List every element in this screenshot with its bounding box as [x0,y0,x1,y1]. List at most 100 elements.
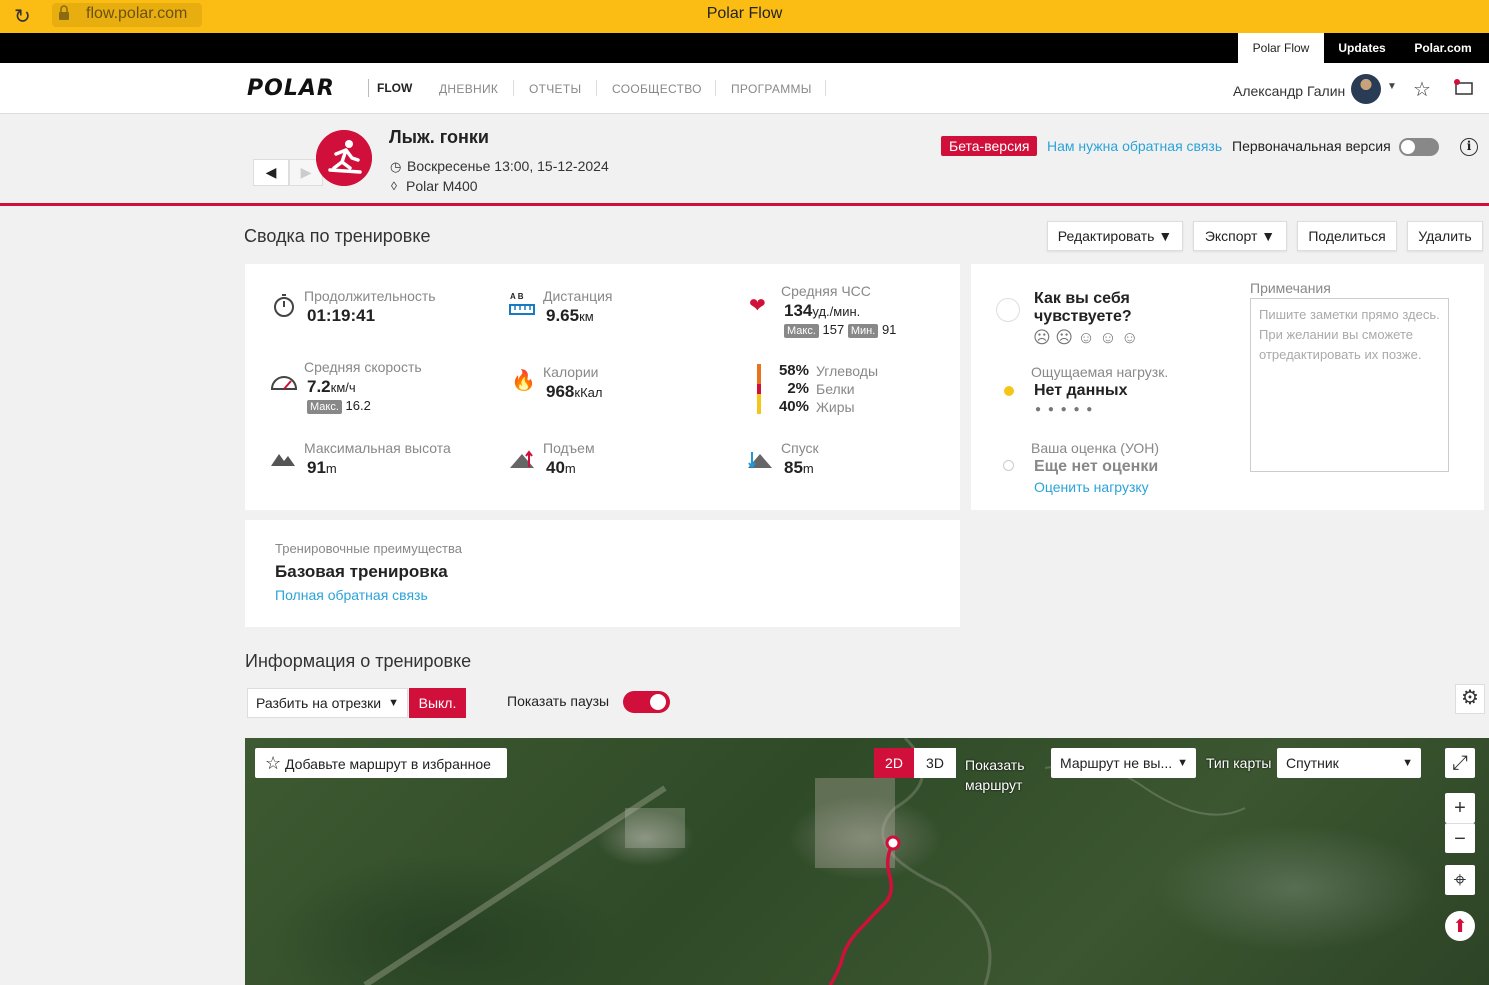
tab-polar-flow[interactable]: Polar Flow [1238,33,1324,63]
feeling-question: Как вы себя чувствуете? [1034,290,1132,325]
hr-max: 157 [822,322,845,337]
descent-value: 85 [784,458,803,477]
hr-value: 134 [784,301,813,320]
fuel-bar-fat [757,394,761,414]
polar-logo[interactable]: POLAR [247,76,335,101]
speed-max-badge: Макс. [307,400,342,414]
hr-min-badge: Мин. [847,324,879,338]
fuel-protein-label: Белки [816,381,855,397]
altitude-label: Максимальная высота [304,440,451,456]
star-icon[interactable]: ☆ [1413,77,1431,102]
nav-item-diary[interactable]: ДНЕВНИК [439,82,498,96]
face-very-happy-icon[interactable]: ☺ [1121,328,1138,347]
add-favorite-route-label: Добавьте маршрут в избранное [285,756,491,772]
nav-item-reports[interactable]: ОТЧЕТЫ [529,82,581,96]
chevron-down-icon: ▼ [1402,757,1413,769]
zoom-out-button[interactable]: − [1445,823,1475,853]
ruler-icon [509,304,535,315]
nav-item-community[interactable]: СООБЩЕСТВО [612,82,702,96]
nav-divider [715,80,716,96]
split-select[interactable]: Разбить на отрезки ▼ [247,688,408,718]
hr-label: Средняя ЧСС [781,283,871,299]
add-favorite-route-button[interactable]: ☆ Добавьте маршрут в избранное [255,748,507,778]
fuel-fat-pct: 40% [778,398,809,415]
fuel-bar-carbs [757,364,761,384]
feeling-faces: ☹ ☹ ☺ ☺ ☺ [1033,328,1138,348]
tab-polar-com[interactable]: Polar.com [1400,33,1486,63]
distance-value-row: 9.65км [546,306,594,326]
perceived-load-value: Нет данных [1034,382,1128,399]
benefit-label: Тренировочные преимущества [275,541,462,556]
route-start-marker[interactable] [885,835,901,851]
window-title: Polar Flow [706,5,783,22]
map-3d-button[interactable]: 3D [914,748,956,778]
share-button[interactable]: Поделиться [1297,221,1397,251]
fullscreen-icon[interactable]: ⤢ [1445,748,1475,778]
logo-divider [368,79,369,97]
original-version-label: Первоначальная версия [1232,138,1391,154]
ascent-value: 40 [546,458,565,477]
nav-divider [825,80,826,96]
ascent-value-row: 40m [546,458,576,478]
fuel-carbs-label: Углеводы [816,363,879,379]
altitude-value-row: 91m [307,458,337,478]
edit-button[interactable]: Редактировать ▼ [1047,221,1183,251]
calories-label: Калории [543,364,599,380]
export-button[interactable]: Экспорт ▼ [1193,221,1287,251]
show-pauses-label: Показать паузы [507,693,610,709]
prev-session-button[interactable]: ◀ [253,159,289,186]
route-select-value: Маршрут не вы... [1060,755,1173,771]
info-icon[interactable]: i [1460,138,1478,156]
hr-unit: уд./мин. [812,304,861,319]
avatar[interactable] [1351,74,1381,104]
user-name[interactable]: Александр Галин [1233,83,1345,99]
distance-icon-letters: A B [510,292,524,301]
nav-divider [596,80,597,96]
fuel-carbs-pct: 58% [778,362,809,379]
compass-icon[interactable]: ⬆ [1445,911,1475,941]
toggle-knob [650,694,666,710]
face-neutral-icon[interactable]: ☺ [1077,328,1094,347]
face-happy-icon[interactable]: ☺ [1099,328,1116,347]
hr-value-row: 134уд./мин. [784,301,860,321]
notes-textarea[interactable]: Пишите заметки прямо здесь. При желании … [1250,298,1449,472]
locate-icon[interactable]: ⌖ [1445,865,1475,895]
split-select-value: Разбить на отрезки [256,695,382,711]
delete-button[interactable]: Удалить [1407,221,1483,251]
heart-icon: ❤ [749,295,766,317]
speed-value-row: 7.2км/ч [307,377,356,397]
mountain-icon [271,454,295,466]
distance-value: 9.65 [546,306,580,325]
zoom-in-button[interactable]: + [1445,793,1475,823]
sport-title: Лыж. гонки [389,127,489,147]
notification-icon[interactable] [1453,78,1475,96]
descent-label: Спуск [781,440,819,456]
perceived-load-dots[interactable]: ● ● ● ● ● [1035,404,1094,415]
duration-label: Продолжительность [304,288,436,304]
nav-item-programs[interactable]: ПРОГРАММЫ [731,82,812,96]
face-very-sad-icon[interactable]: ☹ [1033,328,1051,347]
session-header [0,114,1489,206]
map-2d-button[interactable]: 2D [874,748,914,778]
face-sad-icon[interactable]: ☹ [1055,328,1073,347]
beta-badge: Бета-версия [941,136,1038,156]
star-icon: ☆ [265,753,282,773]
gear-icon[interactable]: ⚙ [1455,684,1485,714]
full-feedback-link[interactable]: Полная обратная связь [275,587,428,603]
user-menu-chevron-icon[interactable]: ▼ [1387,81,1397,92]
hr-max-badge: Макс. [784,324,819,338]
calories-unit: кКал [574,385,603,400]
fuel-fat-label: Жиры [816,399,855,415]
map-type-select[interactable]: Спутник ▼ [1277,748,1421,778]
tab-updates[interactable]: Updates [1326,33,1398,63]
flame-icon: 🔥 [511,370,536,392]
feedback-link[interactable]: Нам нужна обратная связь [1047,138,1222,154]
watch-icon: ◊ [391,179,397,193]
route-select[interactable]: Маршрут не вы... ▼ [1051,748,1196,778]
duration-value: 01:19:41 [307,306,376,325]
descent-value-row: 85m [784,458,814,478]
logo-flow: FLOW [377,81,413,95]
info-title: Информация о тренировке [245,651,472,671]
rate-load-link[interactable]: Оценить нагрузку [1034,479,1149,495]
split-off-button[interactable]: Выкл. [409,688,466,718]
